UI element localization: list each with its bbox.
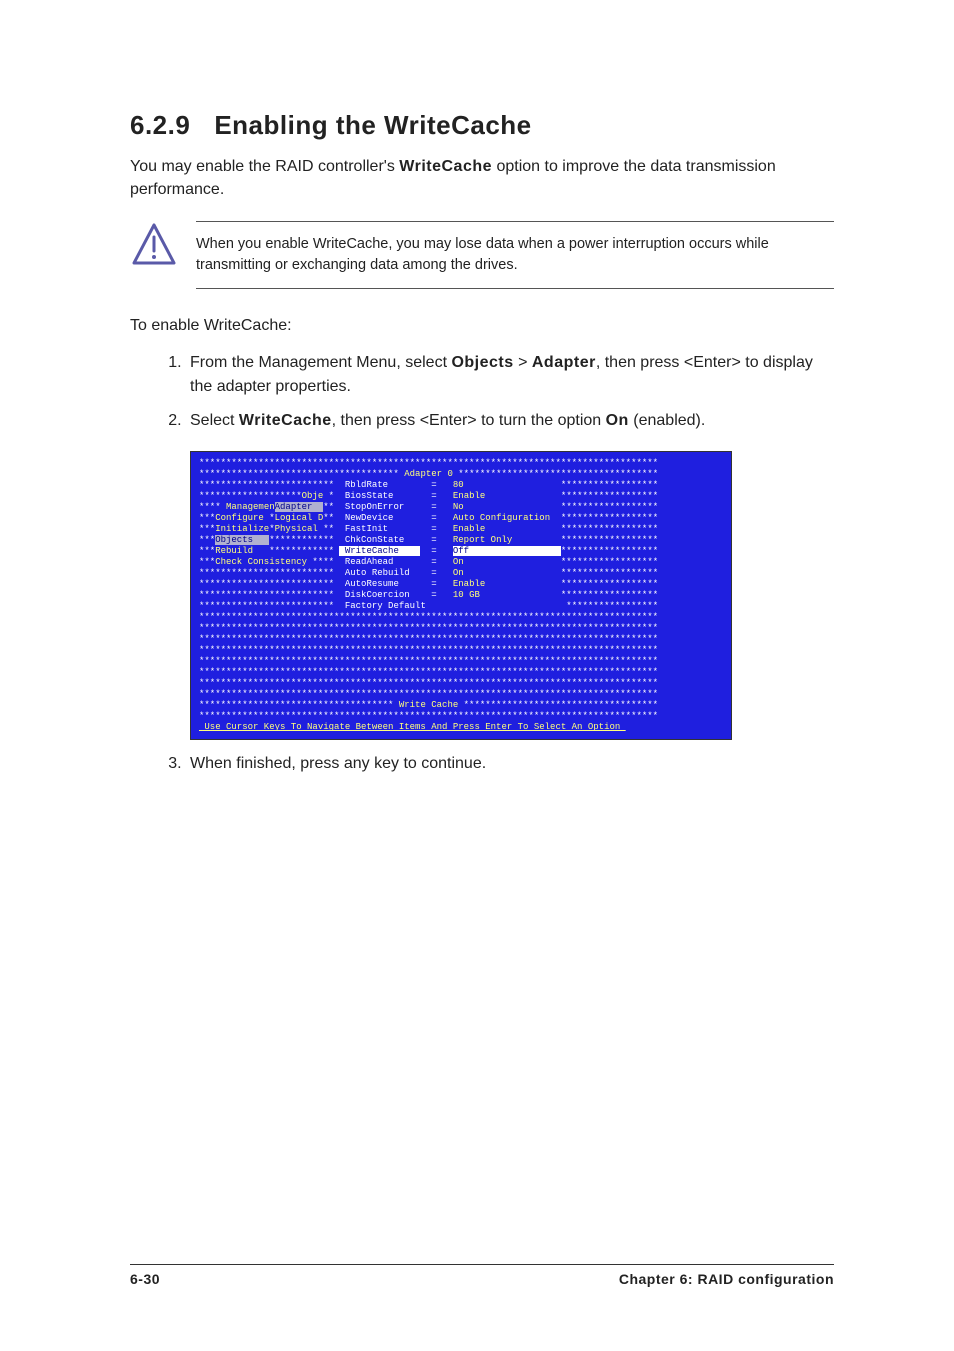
bios-screenshot: ****************************************… [190,451,732,740]
section-title: Enabling the WriteCache [214,110,531,140]
lead-text: To enable WriteCache: [130,317,834,335]
chapter-title: Chapter 6: RAID configuration [619,1271,834,1287]
steps-list-cont: When finished, press any key to continue… [130,752,834,776]
intro-paragraph: You may enable the RAID controller's Wri… [130,155,834,201]
step-2: Select WriteCache, then press <Enter> to… [186,409,834,433]
section-heading: 6.2.9 Enabling the WriteCache [130,110,834,141]
page-number: 6-30 [130,1271,160,1287]
writecache-term: WriteCache [399,158,492,175]
warning-text: When you enable WriteCache, you may lose… [196,234,834,276]
warning-note: When you enable WriteCache, you may lose… [130,221,834,289]
warning-icon [130,221,178,269]
section-number: 6.2.9 [130,110,190,140]
step-3: When finished, press any key to continue… [186,752,834,776]
steps-list: From the Management Menu, select Objects… [130,351,834,433]
page-footer: 6-30 Chapter 6: RAID configuration [130,1264,834,1287]
step-1: From the Management Menu, select Objects… [186,351,834,399]
